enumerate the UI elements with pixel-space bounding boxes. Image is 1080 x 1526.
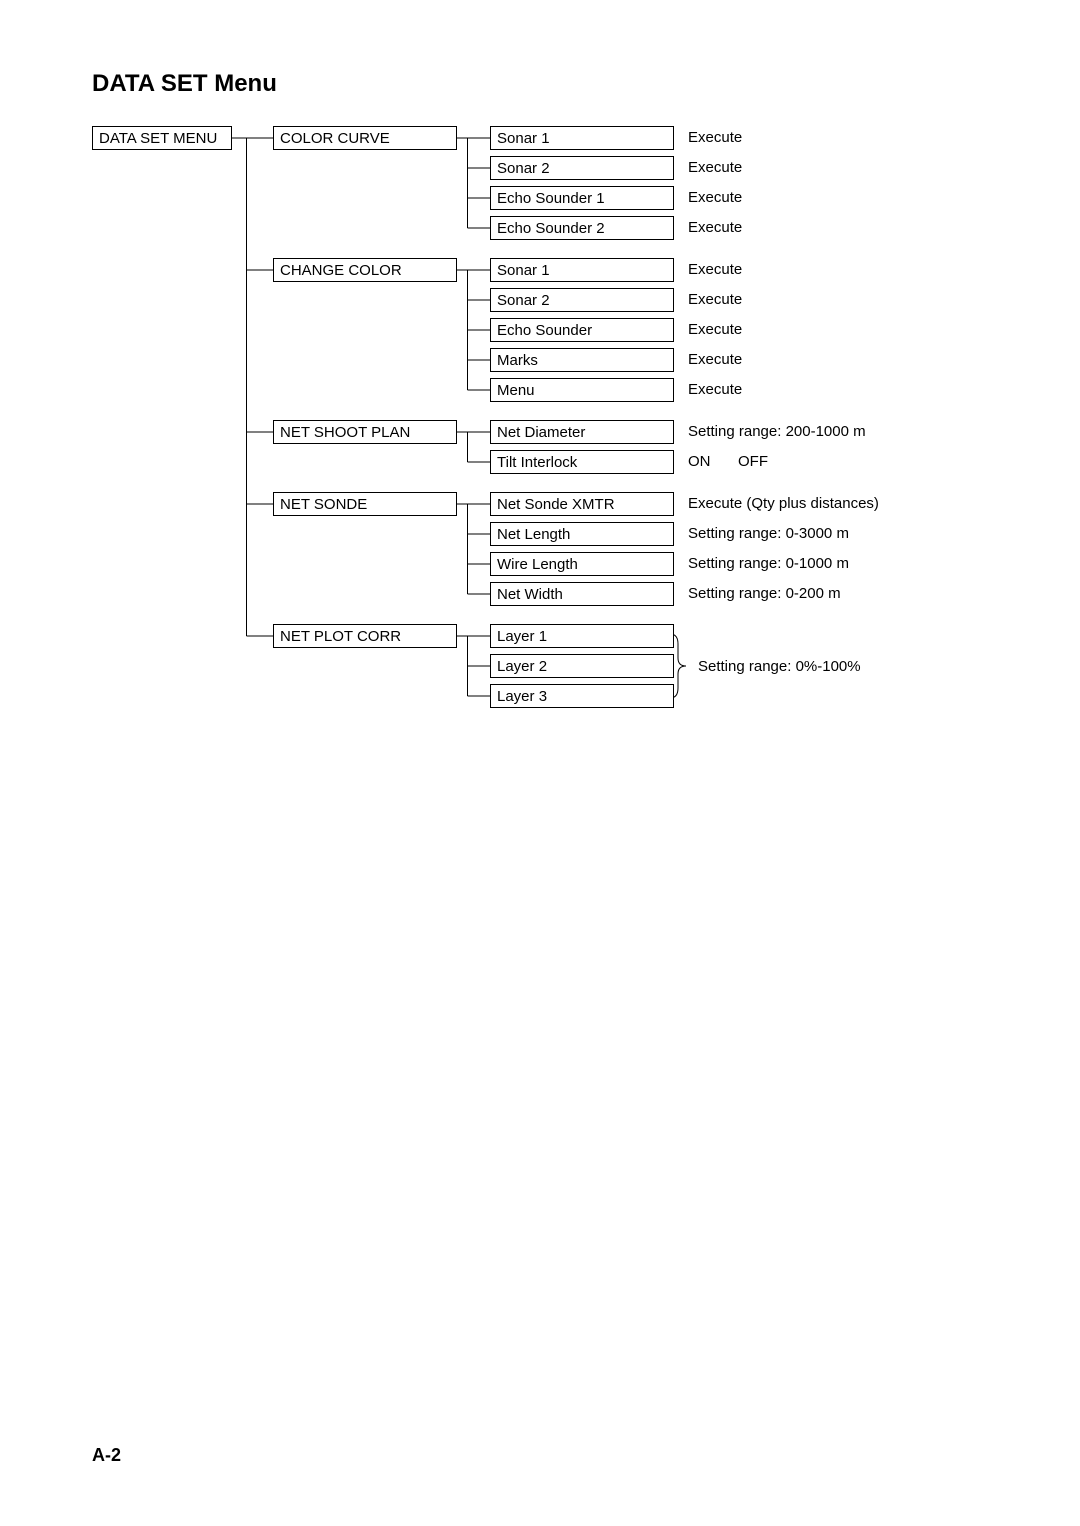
value-3-2: Setting range: 0-1000 m bbox=[688, 555, 849, 572]
item-2-0: Net Diameter bbox=[490, 420, 674, 444]
item-3-2: Wire Length bbox=[490, 552, 674, 576]
value-3-0: Execute (Qty plus distances) bbox=[688, 495, 879, 512]
group-3: NET SONDE bbox=[273, 492, 457, 516]
value-0-0: Execute bbox=[688, 129, 742, 146]
page-number: A-2 bbox=[92, 1445, 121, 1466]
item-0-1: Sonar 2 bbox=[490, 156, 674, 180]
value-2-1: ON bbox=[688, 453, 711, 470]
item-4-2: Layer 3 bbox=[490, 684, 674, 708]
item-0-0: Sonar 1 bbox=[490, 126, 674, 150]
value-1-3: Execute bbox=[688, 351, 742, 368]
value-0-2: Execute bbox=[688, 189, 742, 206]
item-0-3: Echo Sounder 2 bbox=[490, 216, 674, 240]
value-1-2: Execute bbox=[688, 321, 742, 338]
value2-2-1: OFF bbox=[738, 453, 768, 470]
item-4-0: Layer 1 bbox=[490, 624, 674, 648]
value-2-0: Setting range: 200-1000 m bbox=[688, 423, 866, 440]
value-1-0: Execute bbox=[688, 261, 742, 278]
item-1-4: Menu bbox=[490, 378, 674, 402]
item-3-0: Net Sonde XMTR bbox=[490, 492, 674, 516]
item-1-3: Marks bbox=[490, 348, 674, 372]
value-1-1: Execute bbox=[688, 291, 742, 308]
item-3-3: Net Width bbox=[490, 582, 674, 606]
value-0-3: Execute bbox=[688, 219, 742, 236]
value-0-1: Execute bbox=[688, 159, 742, 176]
item-2-1: Tilt Interlock bbox=[490, 450, 674, 474]
item-4-1: Layer 2 bbox=[490, 654, 674, 678]
item-1-2: Echo Sounder bbox=[490, 318, 674, 342]
group-1: CHANGE COLOR bbox=[273, 258, 457, 282]
group-0: COLOR CURVE bbox=[273, 126, 457, 150]
value-1-4: Execute bbox=[688, 381, 742, 398]
item-1-0: Sonar 1 bbox=[490, 258, 674, 282]
item-3-1: Net Length bbox=[490, 522, 674, 546]
shared-value-4: Setting range: 0%-100% bbox=[698, 658, 861, 675]
item-0-2: Echo Sounder 1 bbox=[490, 186, 674, 210]
value-3-1: Setting range: 0-3000 m bbox=[688, 525, 849, 542]
value-3-3: Setting range: 0-200 m bbox=[688, 585, 841, 602]
root-menu: DATA SET MENU bbox=[92, 126, 232, 150]
group-2: NET SHOOT PLAN bbox=[273, 420, 457, 444]
group-4: NET PLOT CORR bbox=[273, 624, 457, 648]
item-1-1: Sonar 2 bbox=[490, 288, 674, 312]
